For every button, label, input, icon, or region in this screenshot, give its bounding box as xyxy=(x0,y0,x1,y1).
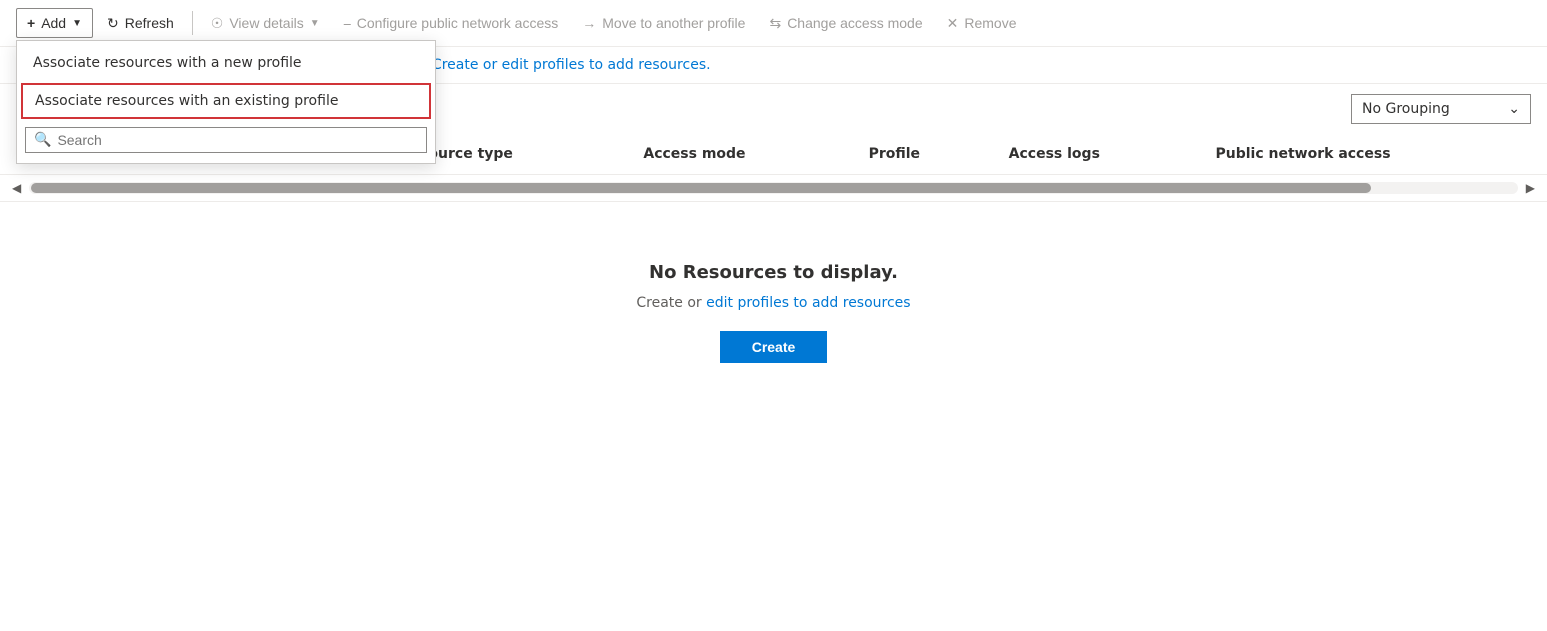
grouping-chevron-icon: ⌄ xyxy=(1508,101,1520,117)
add-dropdown-wrapper: + Add ▼ Associate resources with a new p… xyxy=(16,8,93,38)
view-details-chevron-icon: ▼ xyxy=(310,18,320,29)
change-access-button[interactable]: ⇆ Change access mode xyxy=(759,9,932,38)
col-public-network: Public network access xyxy=(1200,134,1547,175)
arrow-right-icon: → xyxy=(582,15,596,31)
configure-button[interactable]: ⎯ Configure public network access xyxy=(334,9,569,38)
view-details-button[interactable]: ☉ View details ▼ xyxy=(201,9,330,38)
refresh-icon: ↻ xyxy=(107,15,119,32)
plus-icon: + xyxy=(27,15,35,31)
toolbar-divider-1 xyxy=(192,11,193,35)
scrollbar-thumb[interactable] xyxy=(31,183,1371,193)
close-icon: ✕ xyxy=(947,15,959,32)
empty-state: No Resources to display. Create or edit … xyxy=(0,202,1547,423)
add-dropdown-menu: Associate resources with a new profile A… xyxy=(16,40,436,164)
col-profile: Profile xyxy=(853,134,993,175)
grouping-dropdown[interactable]: No Grouping ⌄ xyxy=(1351,94,1531,124)
empty-subtitle: Create or edit profiles to add resources xyxy=(636,295,910,311)
associate-new-profile-item[interactable]: Associate resources with a new profile xyxy=(17,45,435,81)
info-link[interactable]: Create or edit profiles to add resources… xyxy=(432,57,711,73)
move-label: Move to another profile xyxy=(602,15,745,31)
refresh-button[interactable]: ↻ Refresh xyxy=(97,9,184,38)
view-details-label: View details xyxy=(229,15,303,31)
empty-subtitle-link[interactable]: edit profiles to add resources xyxy=(706,295,910,311)
transfer-icon: ⇆ xyxy=(769,15,781,32)
search-icon: 🔍 xyxy=(34,132,51,148)
eye-icon: ☉ xyxy=(211,15,224,32)
add-chevron-icon: ▼ xyxy=(72,18,82,29)
remove-button[interactable]: ✕ Remove xyxy=(937,9,1027,38)
scroll-left-arrow[interactable]: ◀ xyxy=(8,179,25,197)
change-access-label: Change access mode xyxy=(787,15,922,31)
dropdown-search-input[interactable] xyxy=(57,132,418,148)
refresh-label: Refresh xyxy=(125,15,174,31)
col-access-mode: Access mode xyxy=(627,134,852,175)
empty-title: No Resources to display. xyxy=(649,262,898,283)
configure-label: Configure public network access xyxy=(357,15,559,31)
add-button[interactable]: + Add ▼ xyxy=(16,8,93,38)
toolbar: + Add ▼ Associate resources with a new p… xyxy=(0,0,1547,47)
empty-subtitle-prefix: Create or xyxy=(636,295,701,311)
add-label: Add xyxy=(41,15,66,31)
scrollbar-track[interactable] xyxy=(29,182,1518,194)
col-access-logs: Access logs xyxy=(993,134,1200,175)
scroll-right-arrow[interactable]: ▶ xyxy=(1522,179,1539,197)
horizontal-scrollbar[interactable]: ◀ ▶ xyxy=(0,175,1547,202)
dropdown-search-box: 🔍 xyxy=(25,127,427,153)
plug-icon: ⎯ xyxy=(344,15,351,32)
dropdown-search-container: 🔍 xyxy=(17,121,435,159)
grouping-label: No Grouping xyxy=(1362,101,1450,117)
associate-existing-profile-item[interactable]: Associate resources with an existing pro… xyxy=(21,83,431,119)
move-button[interactable]: → Move to another profile xyxy=(572,9,755,37)
remove-label: Remove xyxy=(964,15,1016,31)
create-button[interactable]: Create xyxy=(720,331,828,363)
